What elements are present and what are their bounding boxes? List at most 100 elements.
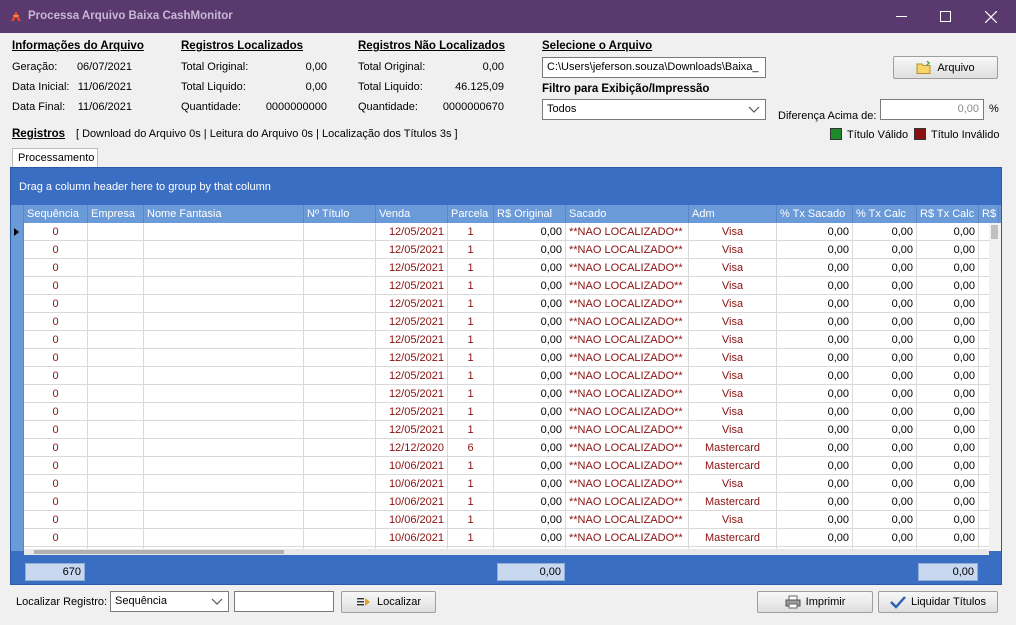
- cell-valor-tx-calc[interactable]: 0,00: [917, 331, 979, 349]
- cell-numero-titulo[interactable]: [304, 331, 376, 349]
- column-header-venda[interactable]: Venda: [376, 205, 448, 223]
- row-indicator[interactable]: [11, 547, 24, 551]
- cell-valor-tx-calc[interactable]: 0,00: [917, 439, 979, 457]
- cell-numero-titulo[interactable]: [304, 421, 376, 439]
- cell-parcela[interactable]: 1: [448, 493, 494, 511]
- cell-adm[interactable]: Visa: [689, 259, 777, 277]
- cell-nome-fantasia[interactable]: [144, 385, 304, 403]
- cell-venda[interactable]: 10/06/2021: [376, 493, 448, 511]
- cell-valor-tx-calc[interactable]: 0,00: [917, 511, 979, 529]
- cell-numero-titulo[interactable]: [304, 223, 376, 241]
- cell-tx-sacado[interactable]: 0,00: [777, 529, 853, 547]
- cell-nome-fantasia[interactable]: [144, 529, 304, 547]
- cell-valor-tx-calc[interactable]: 0,00: [917, 241, 979, 259]
- cell-nome-fantasia[interactable]: [144, 241, 304, 259]
- cell-sacado[interactable]: **NAO LOCALIZADO**: [566, 259, 689, 277]
- cell-venda[interactable]: 12/05/2021: [376, 385, 448, 403]
- cell-tx-sacado[interactable]: 0,00: [777, 313, 853, 331]
- table-row[interactable]: 0 12/05/2021 1 0,00 **NAO LOCALIZADO** Visa 0,…: [11, 295, 989, 313]
- cell-venda[interactable]: 12/05/2021: [376, 277, 448, 295]
- cell-parcela[interactable]: 1: [448, 403, 494, 421]
- table-row[interactable]: 0 10/06/2021 1 0,00 **NAO LOCALIZADO** Visa 0,…: [11, 511, 989, 529]
- cell-adm[interactable]: Visa: [689, 331, 777, 349]
- horizontal-scrollbar[interactable]: [24, 549, 989, 555]
- cell-empresa[interactable]: [88, 367, 144, 385]
- cell-tx-calc[interactable]: 0,00: [853, 313, 917, 331]
- cell-sequencia[interactable]: 0: [24, 529, 88, 547]
- row-indicator[interactable]: [11, 313, 24, 331]
- cell-tx-sacado[interactable]: 0,00: [777, 295, 853, 313]
- cell-parcela[interactable]: 1: [448, 367, 494, 385]
- cell-sequencia[interactable]: 0: [24, 493, 88, 511]
- row-indicator[interactable]: [11, 223, 24, 241]
- h-scrollbar-thumb[interactable]: [34, 550, 284, 554]
- cell-sequencia[interactable]: 0: [24, 349, 88, 367]
- cell-valor-tx-calc[interactable]: 0,00: [917, 277, 979, 295]
- localizar-button[interactable]: Localizar: [341, 591, 436, 613]
- row-indicator[interactable]: [11, 277, 24, 295]
- cell-tx-sacado[interactable]: 0,00: [777, 457, 853, 475]
- cell-numero-titulo[interactable]: [304, 349, 376, 367]
- cell-empresa[interactable]: [88, 385, 144, 403]
- group-by-panel[interactable]: Drag a column header here to group by th…: [11, 168, 1001, 204]
- cell-adm[interactable]: Mastercard: [689, 457, 777, 475]
- table-row[interactable]: 0 12/05/2021 1 0,00 **NAO LOCALIZADO** Visa 0,…: [11, 277, 989, 295]
- cell-parcela[interactable]: 1: [448, 313, 494, 331]
- cell-empresa[interactable]: [88, 223, 144, 241]
- cell-nome-fantasia[interactable]: [144, 277, 304, 295]
- cell-tx-calc[interactable]: 0,00: [853, 385, 917, 403]
- column-header-valor-original[interactable]: R$ Original: [494, 205, 566, 223]
- cell-empresa[interactable]: [88, 349, 144, 367]
- cell-parcela[interactable]: 1: [448, 295, 494, 313]
- cell-venda[interactable]: 12/05/2021: [376, 313, 448, 331]
- liquidar-titulos-button[interactable]: Liquidar Títulos: [878, 591, 998, 613]
- cell-venda[interactable]: 10/06/2021: [376, 511, 448, 529]
- cell-valor-original[interactable]: 0,00: [494, 385, 566, 403]
- cell-parcela[interactable]: 1: [448, 421, 494, 439]
- column-header-adm[interactable]: Adm: [689, 205, 777, 223]
- cell-empresa[interactable]: [88, 259, 144, 277]
- imprimir-button[interactable]: Imprimir: [757, 591, 873, 613]
- cell-tx-sacado[interactable]: 0,00: [777, 367, 853, 385]
- cell-nome-fantasia[interactable]: [144, 403, 304, 421]
- cell-valor-tx-calc[interactable]: 0,00: [917, 349, 979, 367]
- cell-sequencia[interactable]: 0: [24, 475, 88, 493]
- cell-venda[interactable]: 12/05/2021: [376, 349, 448, 367]
- column-header-empresa[interactable]: Empresa: [88, 205, 144, 223]
- row-indicator[interactable]: [11, 385, 24, 403]
- cell-numero-titulo[interactable]: [304, 367, 376, 385]
- cell-sacado[interactable]: **NAO LOCALIZADO**: [566, 511, 689, 529]
- cell-venda[interactable]: 10/06/2021: [376, 457, 448, 475]
- column-header-nome-fantasia[interactable]: Nome Fantasia: [144, 205, 304, 223]
- cell-venda[interactable]: 12/05/2021: [376, 223, 448, 241]
- cell-parcela[interactable]: 1: [448, 223, 494, 241]
- row-indicator[interactable]: [11, 493, 24, 511]
- row-indicator[interactable]: [11, 421, 24, 439]
- cell-tx-sacado[interactable]: 0,00: [777, 493, 853, 511]
- cell-venda[interactable]: 12/05/2021: [376, 295, 448, 313]
- cell-numero-titulo[interactable]: [304, 511, 376, 529]
- column-header-sacado[interactable]: Sacado: [566, 205, 689, 223]
- cell-tx-sacado[interactable]: 0,00: [777, 331, 853, 349]
- cell-nome-fantasia[interactable]: [144, 457, 304, 475]
- cell-sacado[interactable]: **NAO LOCALIZADO**: [566, 349, 689, 367]
- cell-sacado[interactable]: **NAO LOCALIZADO**: [566, 439, 689, 457]
- cell-tx-calc[interactable]: 0,00: [853, 295, 917, 313]
- cell-adm[interactable]: Visa: [689, 511, 777, 529]
- cell-tx-sacado[interactable]: 0,00: [777, 223, 853, 241]
- maximize-button[interactable]: [922, 0, 968, 33]
- cell-adm[interactable]: Visa: [689, 403, 777, 421]
- row-indicator[interactable]: [11, 529, 24, 547]
- cell-sequencia[interactable]: 0: [24, 403, 88, 421]
- cell-sacado[interactable]: **NAO LOCALIZADO**: [566, 403, 689, 421]
- cell-venda[interactable]: 12/05/2021: [376, 421, 448, 439]
- cell-valor-tx-calc[interactable]: 0,00: [917, 475, 979, 493]
- cell-numero-titulo[interactable]: [304, 295, 376, 313]
- cell-nome-fantasia[interactable]: [144, 313, 304, 331]
- cell-adm[interactable]: Visa: [689, 475, 777, 493]
- file-path-input[interactable]: C:\Users\jeferson.souza\Downloads\Baixa_: [542, 57, 766, 78]
- cell-nome-fantasia[interactable]: [144, 349, 304, 367]
- cell-tx-calc[interactable]: 0,00: [853, 349, 917, 367]
- cell-sacado[interactable]: **NAO LOCALIZADO**: [566, 331, 689, 349]
- cell-numero-titulo[interactable]: [304, 529, 376, 547]
